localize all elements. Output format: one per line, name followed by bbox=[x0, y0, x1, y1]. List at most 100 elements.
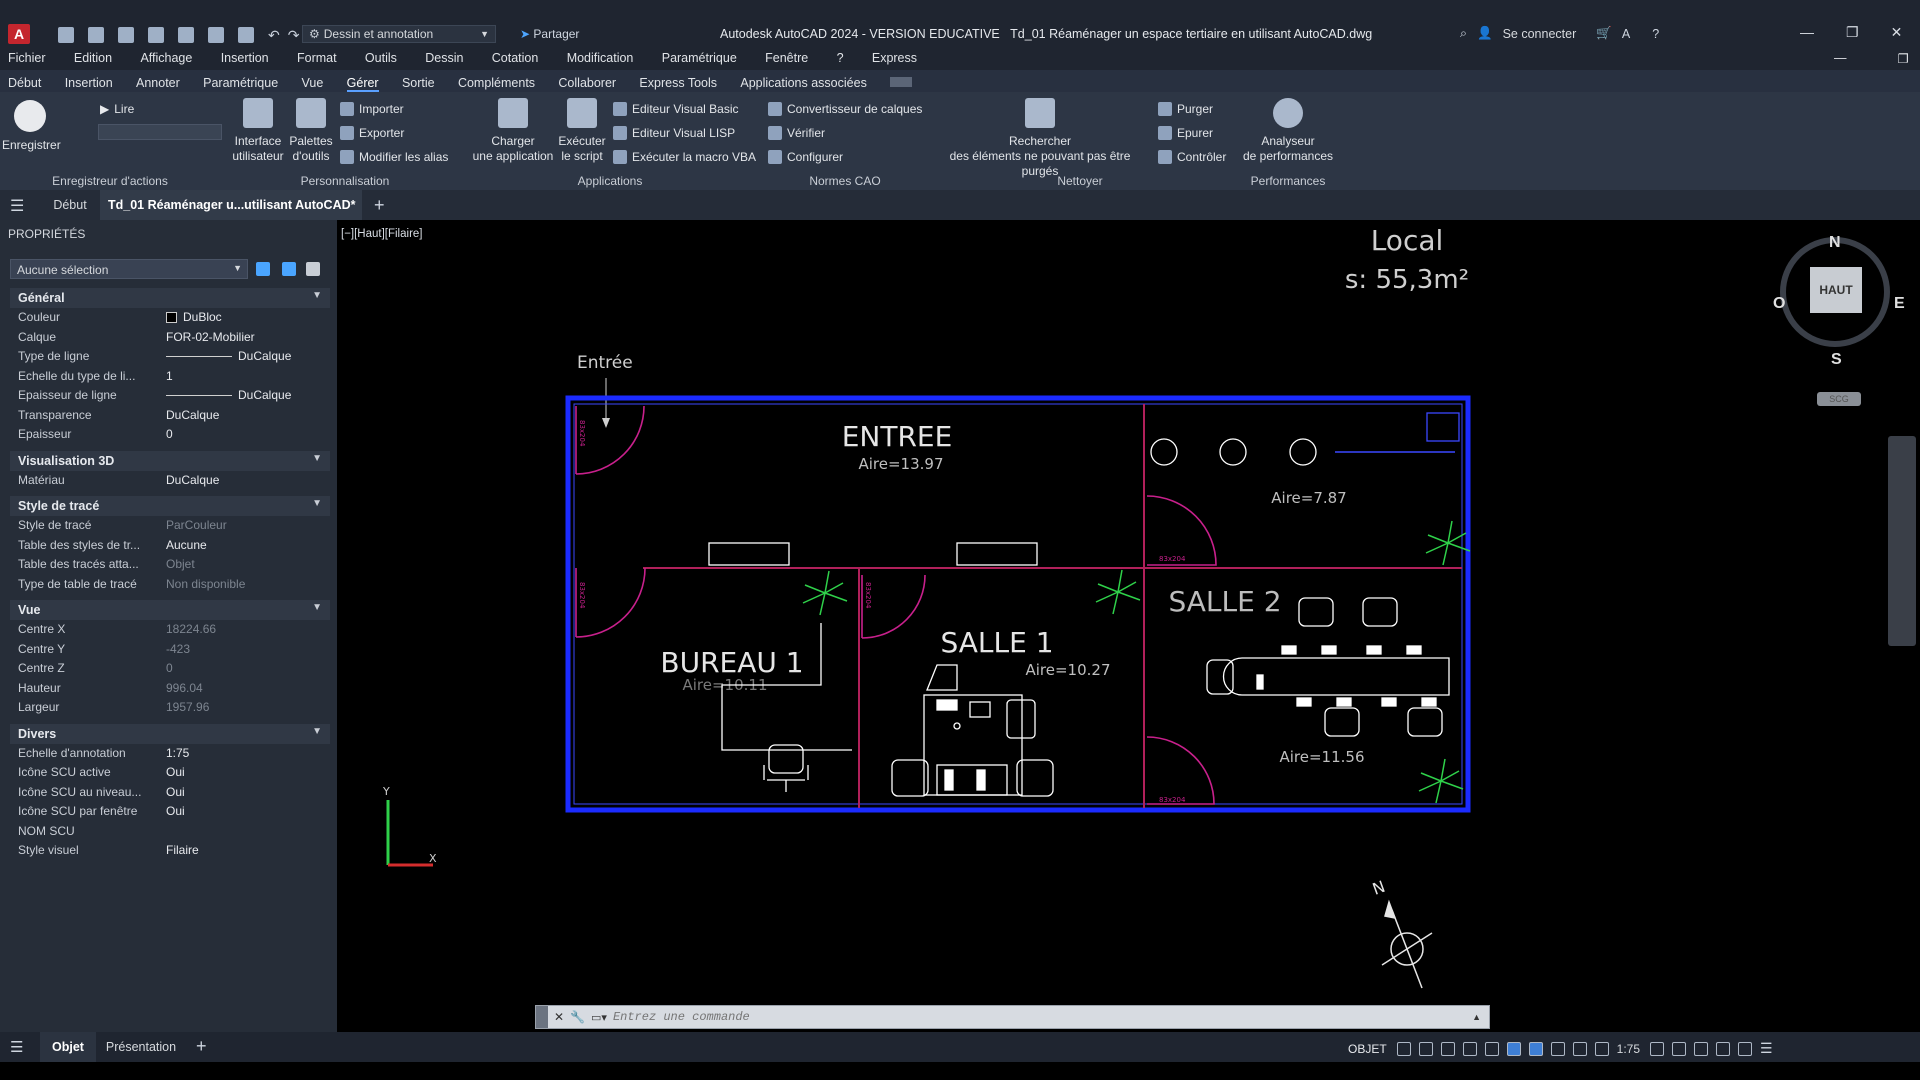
find-unpurgeable-button[interactable]: Rechercher des éléments ne pouvant pas ê… bbox=[930, 98, 1150, 179]
compass-west[interactable]: O bbox=[1773, 295, 1785, 313]
osnap-icon[interactable] bbox=[1528, 1041, 1543, 1056]
tab-insertion[interactable]: Insertion bbox=[65, 76, 113, 90]
menu-help[interactable]: ? bbox=[837, 51, 844, 65]
menu-parametrique[interactable]: Paramétrique bbox=[662, 51, 737, 65]
property-row[interactable]: Type de ligne DuCalque bbox=[18, 349, 328, 368]
property-row[interactable]: Matériau DuCalque bbox=[18, 473, 328, 492]
property-row[interactable]: Icône SCU au niveau... Oui bbox=[18, 785, 328, 804]
command-history-icon[interactable]: ▭▾ bbox=[591, 1011, 607, 1024]
property-row[interactable]: Calque FOR-02-Mobilier bbox=[18, 330, 328, 349]
workspace-selector[interactable]: ⚙ Dessin et annotation ▼ bbox=[302, 25, 496, 43]
osnap-tracking-icon[interactable] bbox=[1506, 1041, 1521, 1056]
tab-start[interactable]: Début bbox=[40, 190, 100, 220]
navigation-bar[interactable] bbox=[1888, 436, 1916, 646]
ribbon-options-icon[interactable] bbox=[890, 77, 913, 87]
space-toggle[interactable]: OBJET bbox=[1348, 1042, 1387, 1056]
property-row[interactable]: Centre X 18224.66 bbox=[18, 622, 328, 641]
property-row[interactable]: Epaisseur de ligne DuCalque bbox=[18, 388, 328, 407]
record-button[interactable]: Enregistrer bbox=[2, 100, 61, 153]
property-row[interactable]: Table des styles de tr... Aucune bbox=[18, 538, 328, 557]
collapse-icon[interactable]: ▼ bbox=[312, 726, 322, 737]
palettes-button[interactable]: Palettes d'outils bbox=[286, 98, 336, 164]
property-value[interactable]: Non disponible bbox=[166, 577, 245, 596]
tab-layout[interactable]: Présentation bbox=[100, 1032, 182, 1062]
property-value[interactable]: Oui bbox=[166, 804, 185, 823]
doc-restore-icon[interactable]: ❐ bbox=[1898, 51, 1909, 66]
help-icon[interactable]: ? bbox=[1652, 27, 1659, 41]
menu-fichier[interactable]: Fichier bbox=[8, 51, 46, 65]
property-value[interactable]: 0 bbox=[166, 661, 173, 680]
doc-minimize-icon[interactable]: — bbox=[1834, 51, 1847, 66]
minimize-icon[interactable]: — bbox=[1800, 24, 1814, 41]
property-value[interactable]: DuCalque bbox=[166, 349, 291, 368]
select-objects-icon[interactable] bbox=[282, 262, 296, 276]
cart-icon[interactable]: 🛒 bbox=[1596, 26, 1612, 41]
tab-debut[interactable]: Début bbox=[8, 76, 41, 90]
check-button[interactable]: Contrôler bbox=[1158, 150, 1226, 164]
command-close-icon[interactable]: ✕ bbox=[554, 1010, 564, 1024]
tab-sortie[interactable]: Sortie bbox=[402, 76, 435, 90]
tab-vue[interactable]: Vue bbox=[302, 76, 324, 90]
menu-affichage[interactable]: Affichage bbox=[140, 51, 192, 65]
ortho-icon[interactable] bbox=[1440, 1041, 1455, 1056]
property-value[interactable]: Oui bbox=[166, 785, 185, 804]
configure-button[interactable]: Configurer bbox=[768, 150, 843, 164]
add-layout-icon[interactable]: + bbox=[196, 1036, 207, 1057]
command-grip-icon[interactable] bbox=[536, 1006, 548, 1028]
property-row[interactable]: Centre Y -423 bbox=[18, 642, 328, 661]
viewcube-face-top[interactable]: HAUT bbox=[1810, 267, 1862, 313]
search-icon[interactable]: ⌕ bbox=[1460, 26, 1467, 41]
section-header-plot[interactable]: Style de tracé ▼ bbox=[10, 496, 330, 516]
save-as-icon[interactable] bbox=[148, 27, 164, 43]
plot-icon[interactable] bbox=[208, 27, 224, 43]
fullscreen-icon[interactable] bbox=[1738, 1041, 1753, 1056]
maximize-icon[interactable]: ❐ bbox=[1846, 24, 1859, 41]
polar-icon[interactable] bbox=[1462, 1041, 1477, 1056]
aliases-button[interactable]: Modifier les alias bbox=[340, 150, 448, 164]
export-button[interactable]: Exporter bbox=[340, 126, 404, 140]
property-row[interactable]: Table des tracés atta... Objet bbox=[18, 557, 328, 576]
property-row[interactable]: NOM SCU bbox=[18, 824, 328, 843]
property-row[interactable]: Echelle du type de li... 1 bbox=[18, 369, 328, 388]
menu-fenetre[interactable]: Fenêtre bbox=[765, 51, 808, 65]
layer-converter-button[interactable]: Convertisseur de calques bbox=[768, 102, 922, 116]
menu-outils[interactable]: Outils bbox=[365, 51, 397, 65]
property-row[interactable]: Epaisseur 0 bbox=[18, 427, 328, 446]
property-row[interactable]: Style de tracé ParCouleur bbox=[18, 518, 328, 537]
collapse-icon[interactable]: ▼ bbox=[312, 290, 322, 301]
property-value[interactable]: DuCalque bbox=[166, 388, 291, 407]
drawing-viewport[interactable]: [−][Haut][Filaire] Local s: 55,3m² Entré… bbox=[337, 220, 1920, 1032]
property-value[interactable]: -423 bbox=[166, 642, 190, 661]
compass-east[interactable]: E bbox=[1894, 295, 1905, 313]
auto-scale-icon[interactable] bbox=[1572, 1041, 1587, 1056]
property-row[interactable]: Hauteur 996.04 bbox=[18, 681, 328, 700]
compass-south[interactable]: S bbox=[1831, 351, 1842, 369]
property-value[interactable]: 1957.96 bbox=[166, 700, 209, 719]
property-value[interactable]: DuCalque bbox=[166, 473, 219, 492]
menu-insertion[interactable]: Insertion bbox=[221, 51, 269, 65]
hamburger-menu-icon[interactable]: ☰ bbox=[10, 196, 24, 216]
command-customize-icon[interactable]: 🔧 bbox=[570, 1010, 585, 1024]
ucs-menu-button[interactable]: SCG bbox=[1817, 392, 1861, 406]
menu-dessin[interactable]: Dessin bbox=[425, 51, 463, 65]
verify-button[interactable]: Vérifier bbox=[768, 126, 825, 140]
property-row[interactable]: Couleur DuBloc bbox=[18, 310, 328, 329]
play-button[interactable]: ▶ Lire bbox=[100, 102, 134, 116]
vba-editor-button[interactable]: Editeur Visual Basic bbox=[613, 102, 739, 116]
property-row[interactable]: Style visuel Filaire bbox=[18, 843, 328, 862]
property-row[interactable]: Centre Z 0 bbox=[18, 661, 328, 680]
tab-model[interactable]: Objet bbox=[40, 1032, 96, 1062]
units-icon[interactable] bbox=[1694, 1041, 1709, 1056]
annotation-scale-value[interactable]: 1:75 bbox=[1617, 1042, 1640, 1056]
property-value[interactable]: DuBloc bbox=[166, 310, 222, 329]
autodesk-icon[interactable]: A bbox=[1622, 27, 1630, 41]
tab-applications[interactable]: Applications associées bbox=[740, 76, 866, 90]
property-value[interactable]: 1:75 bbox=[166, 746, 189, 765]
tab-parametrique[interactable]: Paramétrique bbox=[203, 76, 278, 90]
menu-express[interactable]: Express bbox=[872, 51, 917, 65]
tab-current-drawing[interactable]: Td_01 Réaménager u...utilisant AutoCAD* … bbox=[100, 190, 362, 242]
menu-format[interactable]: Format bbox=[297, 51, 337, 65]
grid-icon[interactable] bbox=[1396, 1041, 1411, 1056]
isodraft-icon[interactable] bbox=[1484, 1041, 1499, 1056]
print-icon[interactable] bbox=[238, 27, 254, 43]
